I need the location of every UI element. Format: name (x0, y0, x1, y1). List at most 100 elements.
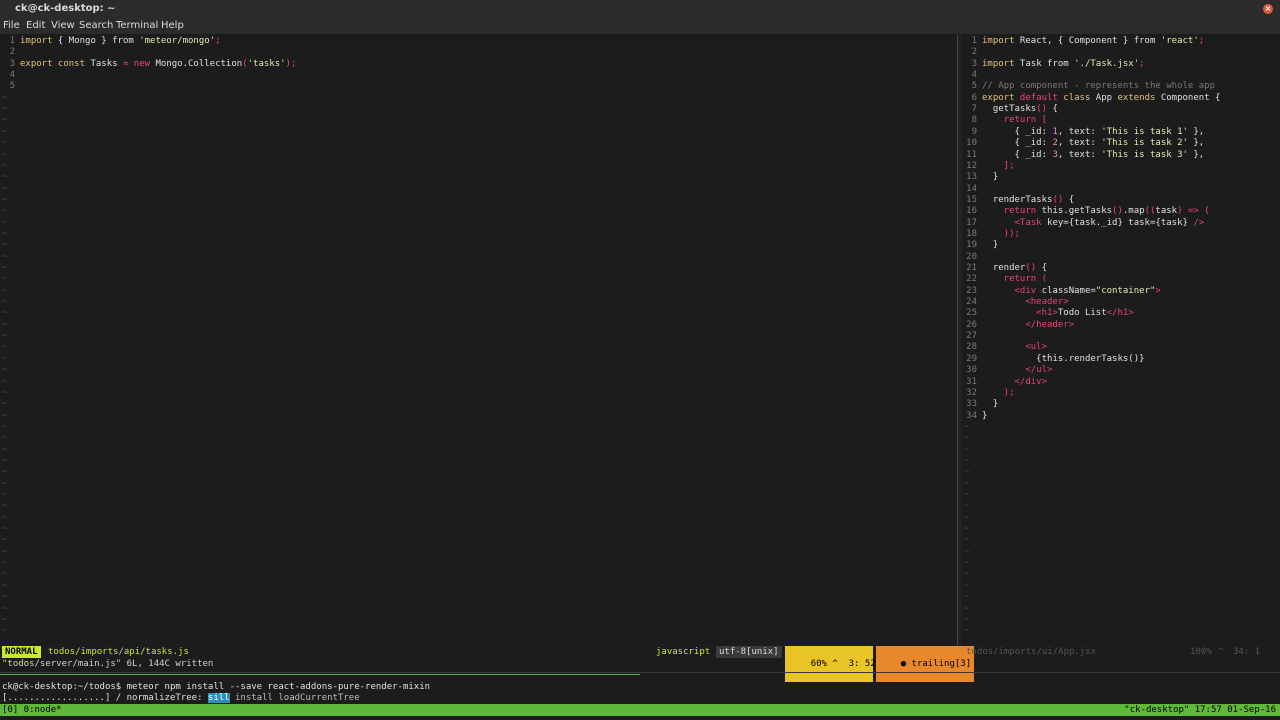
empty-line-marker: ~ (2, 421, 8, 432)
empty-line-marker: ~ (2, 206, 8, 217)
menu-file[interactable]: File (3, 20, 20, 31)
empty-line-marker: ~ (2, 342, 8, 353)
code-line: 15 renderTasks() { (962, 195, 1074, 206)
empty-line-marker: ~ (2, 183, 8, 194)
code-line: 11 { _id: 3, text: 'This is task 3' }, (962, 150, 1204, 161)
code-token: { _id: (982, 149, 1053, 160)
code-token: ) => ( (1177, 206, 1210, 217)
code-token: , text: (1057, 138, 1102, 149)
code-line: 14 (962, 184, 982, 195)
code-token: ]; (982, 160, 1015, 171)
code-line: 21 render() { (962, 263, 1047, 274)
code-token: className= (1036, 285, 1096, 296)
code-token: Component { (1155, 92, 1221, 103)
empty-line-marker: ~ (964, 490, 970, 500)
code-token: > (1155, 285, 1161, 296)
code-token: </h1> (1106, 308, 1134, 319)
empty-line-marker: ~ (2, 455, 8, 466)
empty-line-marker: ~ (2, 524, 8, 535)
code-line: 12 ]; (962, 160, 1015, 172)
empty-line-marker: ~ (2, 433, 8, 444)
line-number: 27 (966, 331, 977, 342)
empty-line-marker: ~ (2, 387, 8, 398)
empty-line-marker: ~ (964, 478, 970, 489)
line-number: 1 (9, 36, 15, 46)
empty-line-marker: ~ (2, 535, 8, 546)
tmux-status-bar: [0] 0:node* "ck-desktop" 17:57 01-Sep-16 (0, 704, 1280, 716)
empty-line-marker: ~ (2, 160, 8, 171)
code-token: } (982, 399, 999, 410)
line-number: 13 (966, 172, 977, 183)
close-icon[interactable]: × (1263, 4, 1273, 14)
empty-line-marker: ~ (2, 251, 8, 262)
empty-line-marker: ~ (964, 580, 970, 591)
line-number: 25 (966, 308, 977, 319)
inactive-arrow-icon: ^ (1218, 647, 1224, 657)
right-editor-pane[interactable]: 1 import React, { Component } from 'react… (962, 35, 1280, 645)
left-editor-pane[interactable]: 1 import { Mongo } from 'meteor/mongo'; 2 3… (0, 35, 956, 645)
code-token: <div (982, 285, 1037, 296)
code-token: } (982, 172, 999, 183)
code-line: 1 import { Mongo } from 'meteor/mongo'; (0, 36, 221, 47)
empty-line-marker: ~ (2, 240, 8, 251)
empty-line-marker: ~ (2, 331, 8, 342)
code-token: task (1155, 206, 1178, 217)
code-token: React, { Component } from (1014, 36, 1161, 46)
empty-line-marker: ~ (2, 115, 8, 126)
menu-help[interactable]: Help (161, 20, 184, 31)
line-number: 30 (966, 365, 977, 376)
code-token: () (1025, 263, 1037, 273)
empty-line-marker: ~ (2, 297, 8, 308)
line-number: 20 (966, 251, 977, 262)
code-line: 2 (962, 47, 982, 58)
tmux-window-tab[interactable]: [0] 0:node* (2, 704, 62, 716)
code-line: 1 import React, { Component } from 'react… (962, 36, 1205, 47)
code-token: ; (1198, 36, 1205, 46)
line-number: 18 (966, 228, 977, 239)
empty-line-marker: ~ (2, 614, 8, 625)
code-token: () (1036, 104, 1048, 115)
empty-line-marker: ~ (964, 558, 970, 569)
menu-search[interactable]: Search (79, 20, 113, 31)
code-line: 34} (962, 411, 987, 422)
current-file-name: todos/imports/api/tasks.js (48, 647, 189, 657)
menu-edit[interactable]: Edit (26, 20, 45, 31)
code-line: 16 return this.getTasks().map((task) => … (962, 206, 1210, 217)
code-token: { Mongo } (52, 36, 113, 46)
code-token: <h1> (982, 308, 1058, 319)
code-line: 18 )); (962, 229, 1020, 240)
empty-line-marker: ~ (2, 580, 8, 591)
empty-line-marker: ~ (2, 285, 8, 296)
line-number: 33 (966, 399, 977, 410)
terminal-command-line[interactable]: ck@ck-desktop:~/todos$ meteor npm instal… (2, 682, 430, 692)
code-token: export (982, 92, 1015, 103)
code-line: 27 (962, 331, 982, 342)
code-token: </header> (982, 319, 1075, 330)
code-line: 24 <header> (962, 297, 1069, 308)
line-number: 31 (966, 376, 977, 387)
code-line: 20 (962, 252, 982, 263)
progress-bar-text: [..................] / normalizeTree: (2, 693, 208, 703)
code-token: Task from (1014, 58, 1075, 69)
code-token: { _id: (982, 138, 1053, 149)
line-number: 19 (966, 240, 977, 251)
menu-terminal[interactable]: Terminal (116, 20, 158, 31)
code-token: export const (20, 58, 86, 69)
empty-line-marker: ~ (2, 603, 8, 614)
code-token: "container" (1095, 285, 1156, 296)
code-token: this.getTasks (1036, 206, 1113, 217)
code-token: import (20, 36, 53, 46)
line-number: 16 (966, 206, 977, 217)
code-line: 32 ); (962, 388, 1014, 399)
menu-view[interactable]: View (51, 20, 75, 31)
code-token: </div> (982, 376, 1048, 387)
progress-step-text: install loadCurrentTree (229, 693, 360, 703)
code-token: { _id: (982, 126, 1053, 137)
code-token: }, (1187, 138, 1205, 149)
line-number: 5 (971, 81, 977, 92)
code-line: 30 </ul> (962, 365, 1052, 376)
empty-line-marker: ~ (964, 512, 970, 523)
code-token: return (982, 206, 1037, 217)
code-token: , text: (1057, 126, 1102, 137)
code-token: import (982, 58, 1015, 69)
